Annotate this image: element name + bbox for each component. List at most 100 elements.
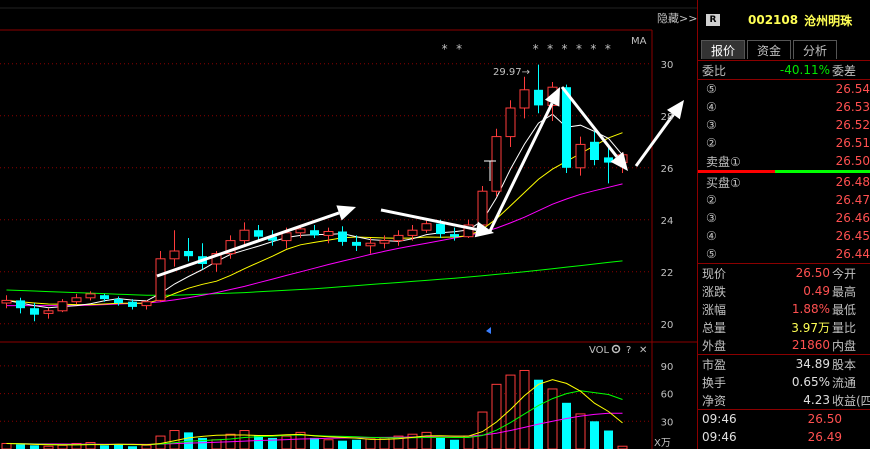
candle-down bbox=[128, 301, 137, 307]
volume-bar-down bbox=[338, 440, 347, 449]
ma60-line bbox=[6, 260, 623, 296]
tick-price: 26.50 bbox=[807, 412, 842, 426]
volume-bar-down bbox=[114, 444, 123, 449]
ask-row[interactable]: ⑤ 26.54 bbox=[698, 80, 870, 98]
stat-label-2: 最高 bbox=[832, 284, 857, 299]
quote-tabs: 报价 资金 分析 bbox=[701, 40, 870, 60]
ma5-line bbox=[6, 113, 623, 309]
candle-up bbox=[491, 136, 502, 192]
bid-level: ⑤ bbox=[706, 247, 717, 261]
stat-label: 净资 bbox=[702, 393, 727, 408]
volume-bar-up bbox=[575, 413, 586, 449]
vol-indicator-label[interactable]: VOL bbox=[589, 345, 610, 356]
volume-bar-down bbox=[562, 402, 571, 449]
ask-price: 26.53 bbox=[835, 100, 870, 114]
bid-row[interactable]: ⑤ 26.44 bbox=[698, 245, 870, 263]
volume-bar-up bbox=[1, 442, 12, 449]
volume-bar-up bbox=[365, 438, 376, 449]
bid-row[interactable]: 买盘① 26.48 bbox=[698, 173, 870, 191]
volume-bar-down bbox=[450, 439, 459, 449]
ask-list: ⑤ 26.54 ④ 26.53 ③ 26.52 ② 26.51 卖盘① 26.50 bbox=[698, 80, 870, 170]
candle-up bbox=[1, 299, 12, 304]
bid-price: 26.48 bbox=[835, 175, 870, 189]
ask-row[interactable]: ③ 26.52 bbox=[698, 116, 870, 134]
stat-value: 21860 bbox=[791, 338, 830, 352]
bid-level: ② bbox=[706, 193, 717, 207]
stat-row: 换手 0.65% 流通 bbox=[698, 373, 870, 391]
volume-bar-up bbox=[281, 435, 292, 449]
stat-label-2: 内盘 bbox=[832, 338, 857, 353]
ask-level: ⑤ bbox=[706, 82, 717, 96]
volume-bar-up bbox=[141, 444, 152, 449]
ask-price: 26.54 bbox=[835, 82, 870, 96]
weibi-value: -40.11% bbox=[779, 63, 830, 77]
volume-bar-down bbox=[604, 430, 613, 449]
arrow-head bbox=[336, 205, 356, 221]
stat-label: 换手 bbox=[702, 375, 727, 390]
ma10-line bbox=[6, 132, 623, 306]
volume-bar-down bbox=[534, 379, 543, 449]
candle-up bbox=[365, 242, 376, 247]
stat-row: 外盘 21860 内盘 bbox=[698, 336, 870, 354]
volume-bar-down bbox=[30, 445, 39, 449]
price-tick-label: 28 bbox=[661, 112, 674, 123]
vol-unit-label: X万 bbox=[654, 438, 671, 449]
candle-up bbox=[155, 258, 166, 301]
volume-tick-label: 90 bbox=[661, 362, 674, 373]
volume-bar-down bbox=[100, 445, 109, 449]
tick-price: 26.49 bbox=[807, 430, 842, 444]
ask-row[interactable]: ④ 26.53 bbox=[698, 98, 870, 116]
volume-bar-up bbox=[463, 435, 474, 449]
stat-value: 1.88% bbox=[791, 302, 830, 316]
ask-level: ② bbox=[706, 136, 717, 150]
vol-help-icon[interactable]: ? bbox=[626, 345, 631, 356]
candle-up bbox=[519, 89, 530, 109]
candle-up bbox=[141, 301, 152, 307]
volume-bar-up bbox=[57, 444, 68, 449]
cursor-marker-icon bbox=[486, 327, 491, 334]
tab-quote[interactable]: 报价 bbox=[701, 40, 745, 59]
volume-bar-up bbox=[239, 430, 250, 449]
bid-row[interactable]: ③ 26.46 bbox=[698, 209, 870, 227]
stat-row: 现价 26.50 今开 bbox=[698, 264, 870, 282]
kline-chart-area[interactable]: 20 22 24 26 28 30 30 60 90 29.97→ * * * * * * * … bbox=[0, 0, 697, 449]
candle-up bbox=[505, 107, 516, 138]
ask-level: ④ bbox=[706, 100, 717, 114]
stat-label-2: 最低 bbox=[832, 302, 857, 317]
tick-list: 09:46 26.5009:46 26.4909:46 26.50 bbox=[698, 410, 870, 449]
candle-up bbox=[323, 231, 334, 236]
stat-label-2: 今开 bbox=[832, 266, 857, 281]
candle-up bbox=[393, 234, 404, 242]
tab-funds[interactable]: 资金 bbox=[747, 40, 791, 59]
candle-up bbox=[281, 232, 292, 242]
stat-value: 3.97万 bbox=[791, 320, 830, 335]
weibi-label: 委比 bbox=[702, 63, 727, 78]
ma-indicator-label[interactable]: MA bbox=[631, 36, 647, 47]
tick-row: 09:46 26.50 bbox=[698, 410, 870, 428]
bid-list: 买盘① 26.48 ② 26.47 ③ 26.46 ④ 26.45 ⑤ 26.44 bbox=[698, 173, 870, 263]
signal-stars-1: * * bbox=[441, 42, 463, 56]
candle-down bbox=[562, 87, 571, 168]
hide-panel-button[interactable]: 隐藏>> bbox=[657, 12, 697, 25]
quote-header: R 002108 沧州明珠 bbox=[698, 0, 870, 40]
quote-panel: R 002108 沧州明珠 报价 资金 分析 委比 -40.11% 委差 ⑤ 2… bbox=[697, 0, 870, 449]
candle-up bbox=[575, 143, 586, 169]
stat-label: 市盈 bbox=[702, 357, 727, 372]
ask-row[interactable]: ② 26.51 bbox=[698, 134, 870, 152]
stat-label: 涨幅 bbox=[702, 302, 727, 317]
kline-chart-svg[interactable]: 20 22 24 26 28 30 30 60 90 29.97→ * * * * * * * … bbox=[0, 0, 697, 449]
tab-analysis[interactable]: 分析 bbox=[793, 40, 837, 59]
bid-row[interactable]: ② 26.47 bbox=[698, 191, 870, 209]
candle-down bbox=[534, 89, 543, 106]
vol-close-icon[interactable]: ✕ bbox=[639, 345, 647, 356]
candle-down bbox=[352, 241, 361, 246]
price-tick-label: 24 bbox=[661, 216, 674, 227]
bid-row[interactable]: ④ 26.45 bbox=[698, 227, 870, 245]
vol-settings-gear-icon[interactable] bbox=[611, 344, 621, 354]
price-tick-label: 22 bbox=[661, 268, 674, 279]
bid-price: 26.44 bbox=[835, 247, 870, 261]
ask-row[interactable]: 卖盘① 26.50 bbox=[698, 152, 870, 170]
stat-label: 总量 bbox=[702, 320, 727, 335]
volume-bar-down bbox=[16, 444, 25, 449]
volume-tick-label: 30 bbox=[661, 417, 674, 428]
